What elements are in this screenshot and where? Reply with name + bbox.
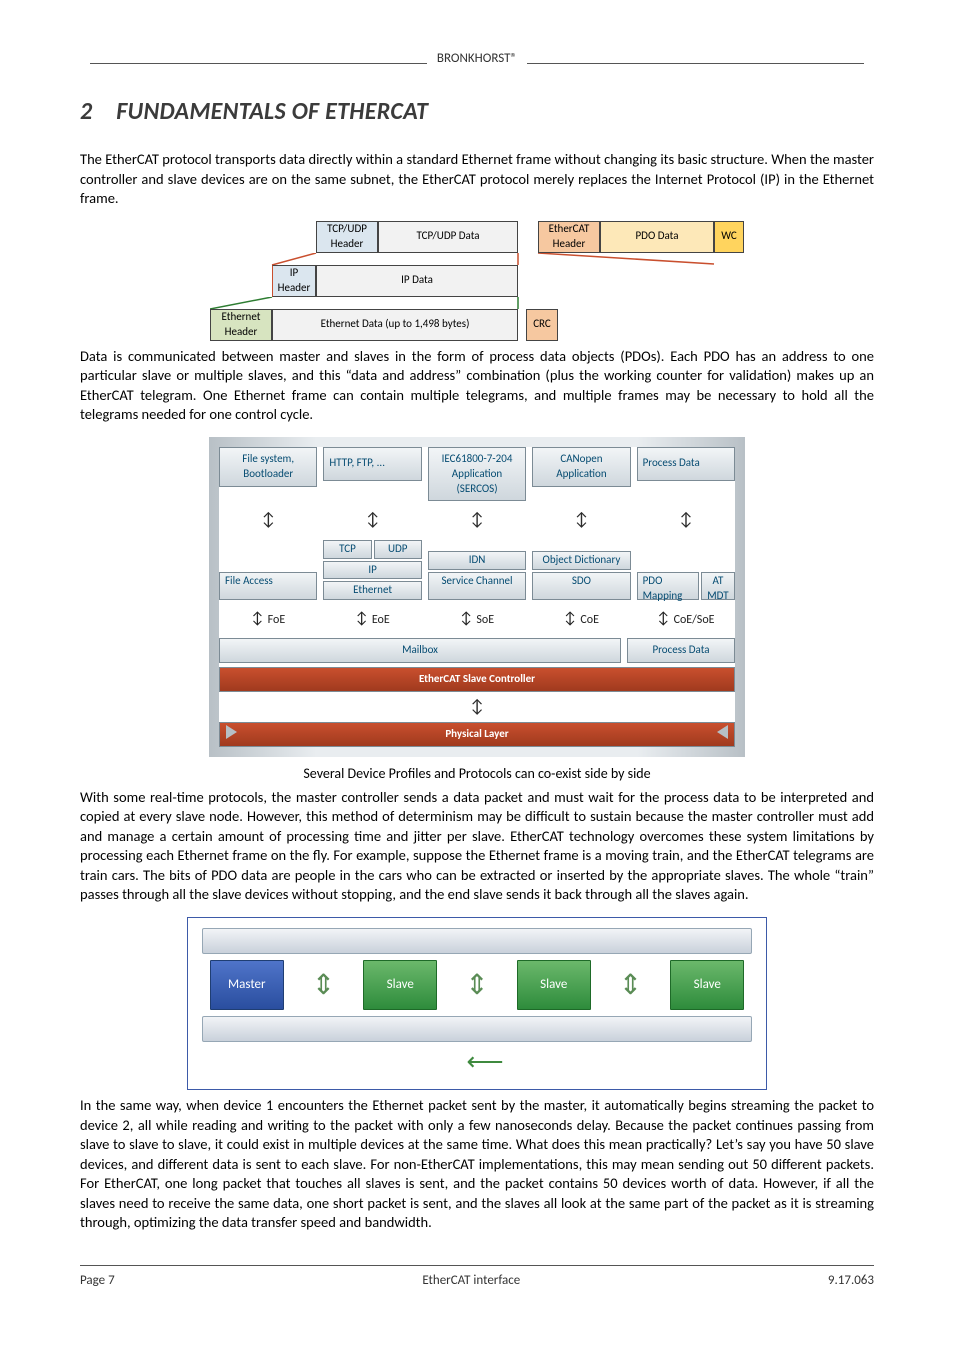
pdo-mapping-box: PDO Mapping	[637, 572, 699, 600]
updown-arrow-icon: ↕	[637, 507, 735, 531]
figure-master-slave: Master ⇕ Slave ⇕ Slave ⇕ Slave ⟵	[80, 917, 874, 1090]
profile-box: Process Data	[637, 447, 735, 481]
connector-lines-icon	[210, 297, 730, 309]
pipe-top-icon	[202, 928, 752, 954]
updown-arrow-icon: ⇕	[465, 975, 488, 995]
updown-arrow-icon: ↕	[428, 507, 526, 531]
esc-box: EtherCAT Slave Controller	[219, 667, 735, 692]
pdo-data-box: PDO Data	[600, 221, 714, 253]
soe-label: ↕SoE	[428, 608, 526, 630]
updown-arrow-icon: ⇕	[619, 975, 642, 995]
physical-layer-box: Physical Layer	[219, 722, 735, 747]
updown-arrow-icon: ↕	[323, 507, 421, 531]
profile-box: IEC61800-7-204 Application (SERCOS)	[428, 447, 526, 502]
paragraph: Data is communicated between master and …	[80, 347, 874, 425]
figure-device-profiles: File system, Bootloader HTTP, FTP, ... I…	[80, 437, 874, 757]
page-header: BRONKHORST®	[80, 50, 874, 72]
paragraph: With some real-time protocols, the maste…	[80, 788, 874, 905]
slave-node: Slave	[670, 960, 744, 1010]
coesoe-label: ↕CoE/SoE	[637, 608, 735, 630]
master-node: Master	[210, 960, 284, 1010]
section-title: FUNDAMENTALS OF ETHERCAT	[116, 97, 428, 126]
rule	[90, 63, 427, 64]
service-channel-box: Service Channel	[428, 572, 526, 600]
updown-arrow-icon: ↕	[532, 507, 630, 531]
tcp-header-box: TCP/UDP Header	[316, 221, 378, 253]
footer-page: Page 7	[80, 1272, 115, 1290]
triangle-right-icon	[717, 725, 728, 739]
footer-title: EtherCAT interface	[422, 1272, 520, 1290]
udp-box: UDP	[374, 540, 422, 559]
rule	[527, 63, 864, 64]
section-number: 2	[80, 97, 92, 126]
ip-header-box: IP Header	[272, 265, 316, 297]
ethercat-header-box: EtherCAT Header	[538, 221, 600, 253]
updown-arrow-icon: ↕	[219, 694, 735, 718]
tcp-box: TCP	[323, 540, 371, 559]
ethernet-header-box: Ethernet Header	[210, 309, 272, 341]
footer-doc: 9.17.063	[828, 1272, 874, 1290]
connector-lines-icon	[210, 253, 730, 265]
page-footer: Page 7 EtherCAT interface 9.17.063	[80, 1265, 874, 1290]
at-mdt-box: AT MDT	[701, 572, 735, 600]
idn-box: IDN	[428, 551, 526, 570]
sdo-box: SDO	[532, 572, 630, 600]
ip-box: IP	[323, 561, 421, 580]
section-heading: 2 FUNDAMENTALS OF ETHERCAT	[80, 96, 874, 128]
updown-arrow-icon: ↕	[219, 507, 317, 531]
crc-box: CRC	[526, 309, 558, 341]
ethernet-box: Ethernet	[323, 581, 421, 600]
profile-box: HTTP, FTP, ...	[323, 447, 421, 481]
updown-arrow-icon: ⇕	[312, 975, 335, 995]
coe-label: ↕CoE	[532, 608, 630, 630]
slave-node: Slave	[517, 960, 591, 1010]
eoe-label: ↕EoE	[323, 608, 421, 630]
process-data-box: Process Data	[627, 638, 735, 663]
tcp-data-box: TCP/UDP Data	[378, 221, 518, 253]
triangle-left-icon	[226, 725, 237, 739]
object-dictionary-box: Object Dictionary	[532, 551, 630, 570]
slave-node: Slave	[363, 960, 437, 1010]
return-arrow-icon: ⟵	[202, 1044, 752, 1079]
profile-box: File system, Bootloader	[219, 447, 317, 487]
ip-data-box: IP Data	[316, 265, 518, 297]
file-access-box: File Access	[219, 572, 317, 600]
figure-caption: Several Device Profiles and Protocols ca…	[80, 765, 874, 784]
figure-frame-structure: TCP/UDP Header TCP/UDP Data EtherCAT Hea…	[80, 221, 874, 341]
paragraph: In the same way, when device 1 encounter…	[80, 1096, 874, 1233]
profile-box: CANopen Application	[532, 447, 630, 487]
wc-box: WC	[714, 221, 744, 253]
brand: BRONKHORST®	[437, 50, 517, 68]
mailbox-box: Mailbox	[219, 638, 621, 663]
pipe-bottom-icon	[202, 1016, 752, 1042]
ethernet-data-box: Ethernet Data (up to 1,498 bytes)	[272, 309, 518, 341]
paragraph: The EtherCAT protocol transports data di…	[80, 150, 874, 209]
foe-label: ↕FoE	[219, 608, 317, 630]
